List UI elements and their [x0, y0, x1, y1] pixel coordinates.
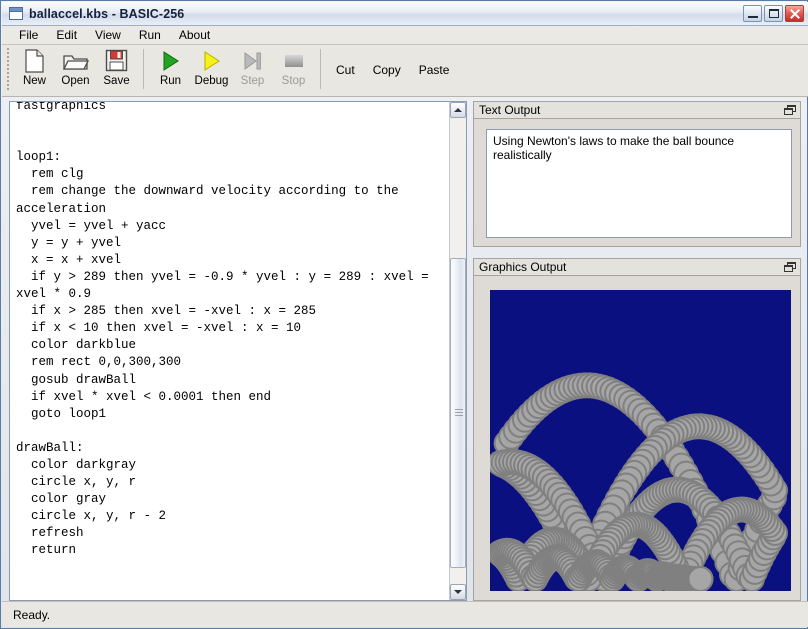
- save-button[interactable]: Save: [96, 47, 137, 93]
- stop-square-icon: [273, 47, 314, 74]
- window-title: ballaccel.kbs - BASIC-256: [29, 7, 184, 21]
- run-button-label: Run: [160, 75, 181, 87]
- graphics-output-body: [473, 276, 801, 601]
- step-over-icon: [232, 47, 273, 74]
- step-button[interactable]: Step: [232, 47, 273, 93]
- open-button-label: Open: [61, 75, 89, 87]
- debug-button[interactable]: Debug: [191, 47, 232, 93]
- toolbar: New Open Save: [2, 45, 808, 97]
- new-button[interactable]: New: [14, 47, 55, 93]
- menu-item-about[interactable]: About: [170, 27, 219, 43]
- code-editor-pane[interactable]: fastgraphics loop1: rem clg rem change t…: [9, 101, 467, 601]
- open-button[interactable]: Open: [55, 47, 96, 93]
- text-output-body: Using Newton's laws to make the ball bou…: [473, 119, 801, 247]
- cut-button[interactable]: Cut: [327, 47, 364, 93]
- graphics-output-title: Graphics Output: [474, 260, 566, 274]
- document-window-icon: [9, 7, 23, 20]
- menu-item-file[interactable]: File: [10, 27, 47, 43]
- code-editor-text[interactable]: fastgraphics loop1: rem clg rem change t…: [10, 101, 448, 560]
- menu-item-view[interactable]: View: [86, 27, 130, 43]
- text-output-title: Text Output: [474, 103, 540, 117]
- status-bar: Ready.: [2, 601, 808, 627]
- maximize-button[interactable]: [764, 5, 783, 22]
- copy-button[interactable]: Copy: [364, 47, 410, 93]
- new-document-icon: [14, 47, 55, 74]
- open-folder-icon: [55, 47, 96, 74]
- graphics-output-header: Graphics Output: [473, 258, 801, 276]
- debug-triangle-icon: [191, 47, 232, 74]
- menu-item-edit[interactable]: Edit: [47, 27, 86, 43]
- scroll-up-arrow[interactable]: [450, 102, 466, 118]
- scroll-down-arrow[interactable]: [450, 584, 466, 600]
- menu-item-run[interactable]: Run: [130, 27, 170, 43]
- paste-button[interactable]: Paste: [410, 47, 459, 93]
- play-triangle-icon: [150, 47, 191, 74]
- save-button-label: Save: [103, 75, 129, 87]
- float-panel-icon[interactable]: [784, 262, 796, 273]
- toolbar-drag-handle[interactable]: [5, 48, 12, 92]
- menu-bar: File Edit View Run About: [2, 26, 808, 45]
- toolbar-separator: [143, 49, 144, 89]
- floppy-disk-icon: [96, 47, 137, 74]
- status-message: Ready.: [9, 606, 54, 624]
- graphics-canvas[interactable]: [490, 290, 791, 591]
- close-button[interactable]: [785, 5, 804, 22]
- ball-trail-drawing: [490, 290, 791, 591]
- step-button-label: Step: [241, 75, 265, 87]
- text-output-content[interactable]: Using Newton's laws to make the ball bou…: [486, 129, 792, 238]
- editor-vertical-scrollbar[interactable]: [449, 102, 466, 600]
- stop-button-label: Stop: [282, 75, 306, 87]
- toolbar-separator: [320, 49, 321, 89]
- run-button[interactable]: Run: [150, 47, 191, 93]
- float-panel-icon[interactable]: [784, 105, 796, 116]
- new-button-label: New: [23, 75, 46, 87]
- scrollbar-thumb[interactable]: [450, 258, 466, 568]
- application-window: ballaccel.kbs - BASIC-256 File Edit View…: [0, 0, 808, 629]
- title-bar: ballaccel.kbs - BASIC-256: [2, 2, 808, 26]
- debug-button-label: Debug: [195, 75, 229, 87]
- minimize-button[interactable]: [743, 5, 762, 22]
- window-controls: [743, 5, 804, 22]
- text-output-header: Text Output: [473, 101, 801, 119]
- stop-button[interactable]: Stop: [273, 47, 314, 93]
